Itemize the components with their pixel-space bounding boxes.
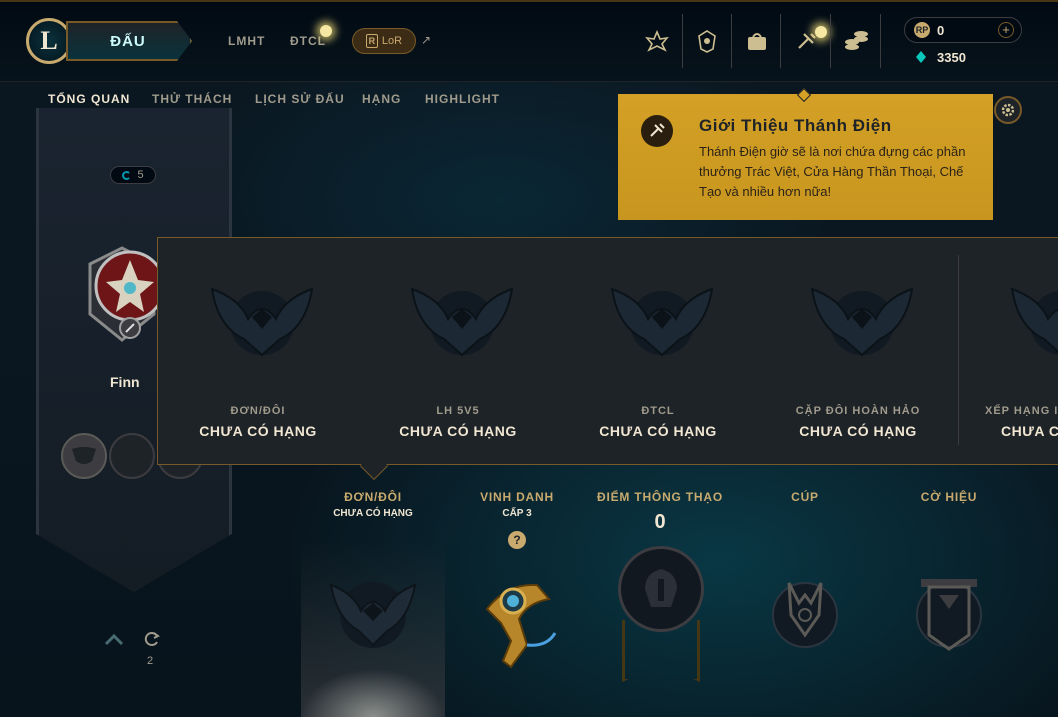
rp-coin-icon: RP bbox=[914, 22, 930, 38]
tab-challenges[interactable]: THỬ THÁCH bbox=[152, 92, 232, 106]
mastery-ribbon bbox=[622, 620, 700, 682]
unranked-emblem-icon bbox=[323, 575, 423, 655]
unranked-emblem-icon bbox=[410, 287, 514, 357]
summoner-icon-frame[interactable] bbox=[80, 244, 166, 348]
tooltip-body: Thánh Điện giờ sẽ là nơi chứa đựng các p… bbox=[699, 144, 966, 199]
tab-ranked[interactable]: HẠNG bbox=[362, 92, 401, 106]
queue-name: ĐTCL bbox=[641, 405, 675, 417]
tab-match-history[interactable]: LỊCH SỬ ĐẤU bbox=[255, 92, 345, 106]
stat-ranked[interactable]: ĐƠN/ĐÔI CHƯA CÓ HẠNG bbox=[301, 490, 445, 519]
banner-emblem-icon bbox=[899, 575, 999, 655]
queue-card-solo-duo[interactable]: ĐƠN/ĐÔI CHƯA CÓ HẠNG bbox=[158, 245, 358, 455]
collection-icon[interactable] bbox=[692, 26, 722, 56]
unranked-emblem-icon bbox=[210, 287, 314, 357]
stat-trophy-title: CÚP bbox=[791, 490, 819, 504]
play-button[interactable]: ĐẤU bbox=[66, 21, 192, 61]
nav-link-tft[interactable]: ĐTCL bbox=[290, 34, 326, 48]
profile-crest-icon[interactable] bbox=[642, 26, 672, 56]
stat-banner[interactable]: CỜ HIỆU bbox=[877, 490, 1021, 504]
lor-label: LoR bbox=[381, 35, 403, 47]
summoner-level-badge: 5 bbox=[110, 166, 156, 184]
unranked-emblem-icon bbox=[1010, 287, 1058, 355]
queue-rank: CHƯA CÓ HẠNG bbox=[799, 423, 917, 439]
queue-name: CẶP ĐÔI HOÀN HẢO bbox=[795, 405, 921, 417]
queue-rank: CHƯA CÓ HẠNG bbox=[399, 423, 517, 439]
mastery-ring bbox=[618, 546, 704, 632]
queue-name: ĐƠN/ĐÔI bbox=[230, 405, 286, 417]
honor-help-icon[interactable]: ? bbox=[508, 531, 526, 549]
external-link-icon: ↗ bbox=[421, 33, 432, 47]
nav-separator bbox=[830, 14, 831, 68]
queue-card-flex[interactable]: LH 5V5 CHƯA CÓ HẠNG bbox=[358, 245, 558, 455]
queue-rank: CHƯA CÓ HẠNG bbox=[599, 423, 717, 439]
queue-card-tft[interactable]: ĐTCL CHƯA CÓ HẠNG bbox=[558, 245, 758, 455]
stat-honor-title: VINH DANH bbox=[480, 490, 554, 504]
ranked-crest-token-icon[interactable] bbox=[61, 433, 107, 479]
buy-rp-button[interactable]: + bbox=[998, 22, 1014, 38]
stat-mastery[interactable]: ĐIỂM THÔNG THẠO bbox=[588, 490, 732, 504]
summoner-name[interactable]: Finn bbox=[110, 374, 140, 390]
stat-mastery-title: ĐIỂM THÔNG THẠO bbox=[597, 490, 723, 504]
queue-card-partial[interactable]: XẾP HẠNG I CHƯA C bbox=[958, 245, 1058, 455]
queue-rank: CHƯA C bbox=[1001, 423, 1058, 439]
mastery-score: 0 bbox=[654, 511, 666, 533]
stat-ranked-sub: CHƯA CÓ HẠNG bbox=[333, 508, 413, 519]
tooltip-title: Giới Thiệu Thánh Điện bbox=[699, 116, 892, 135]
sanctum-icon bbox=[641, 115, 673, 147]
nav-separator bbox=[880, 14, 881, 68]
tab-highlights[interactable]: HIGHLIGHT bbox=[425, 92, 500, 106]
unranked-emblem-icon bbox=[810, 287, 914, 357]
refresh-icon[interactable] bbox=[143, 630, 161, 653]
queue-card-double-up[interactable]: CẶP ĐÔI HOÀN HẢO CHƯA CÓ HẠNG bbox=[758, 245, 958, 455]
level-progress-icon bbox=[122, 170, 132, 180]
stat-ranked-title: ĐƠN/ĐÔI bbox=[344, 490, 402, 504]
nav-link-lol[interactable]: LMHT bbox=[228, 34, 265, 48]
queue-name: XẾP HẠNG I bbox=[985, 405, 1058, 417]
notification-glow-icon bbox=[320, 25, 332, 37]
lor-logo-icon: R bbox=[365, 34, 378, 48]
rp-balance: 0 bbox=[937, 23, 945, 38]
refresh-count: 2 bbox=[147, 655, 154, 667]
nav-separator bbox=[780, 14, 781, 68]
nav-separator bbox=[731, 14, 732, 68]
store-icon[interactable] bbox=[841, 26, 871, 56]
chevron-up-icon[interactable] bbox=[104, 630, 124, 651]
stat-honor-sub: CẤP 3 bbox=[502, 508, 532, 519]
league-logo-icon[interactable]: L bbox=[26, 18, 72, 64]
loot-bag-icon[interactable] bbox=[742, 26, 772, 56]
nav-separator bbox=[682, 14, 683, 68]
queue-name: LH 5V5 bbox=[436, 405, 480, 417]
empty-token-slot[interactable] bbox=[109, 433, 155, 479]
stat-honor[interactable]: VINH DANH CẤP 3 bbox=[445, 490, 589, 519]
queue-rank: CHƯA CÓ HẠNG bbox=[199, 423, 317, 439]
lor-launch-button[interactable]: R LoR bbox=[352, 28, 416, 54]
unranked-emblem-icon bbox=[610, 287, 714, 357]
honor-level-icon bbox=[467, 575, 567, 669]
summoner-level: 5 bbox=[137, 169, 144, 181]
blue-essence-balance: 3350 bbox=[937, 50, 966, 65]
stat-banner-title: CỜ HIỆU bbox=[920, 490, 978, 504]
stat-trophy[interactable]: CÚP bbox=[733, 490, 877, 504]
settings-gear-icon[interactable] bbox=[994, 96, 1022, 124]
trophy-emblem-icon bbox=[755, 575, 855, 655]
sanctum-notification-icon bbox=[815, 26, 827, 38]
